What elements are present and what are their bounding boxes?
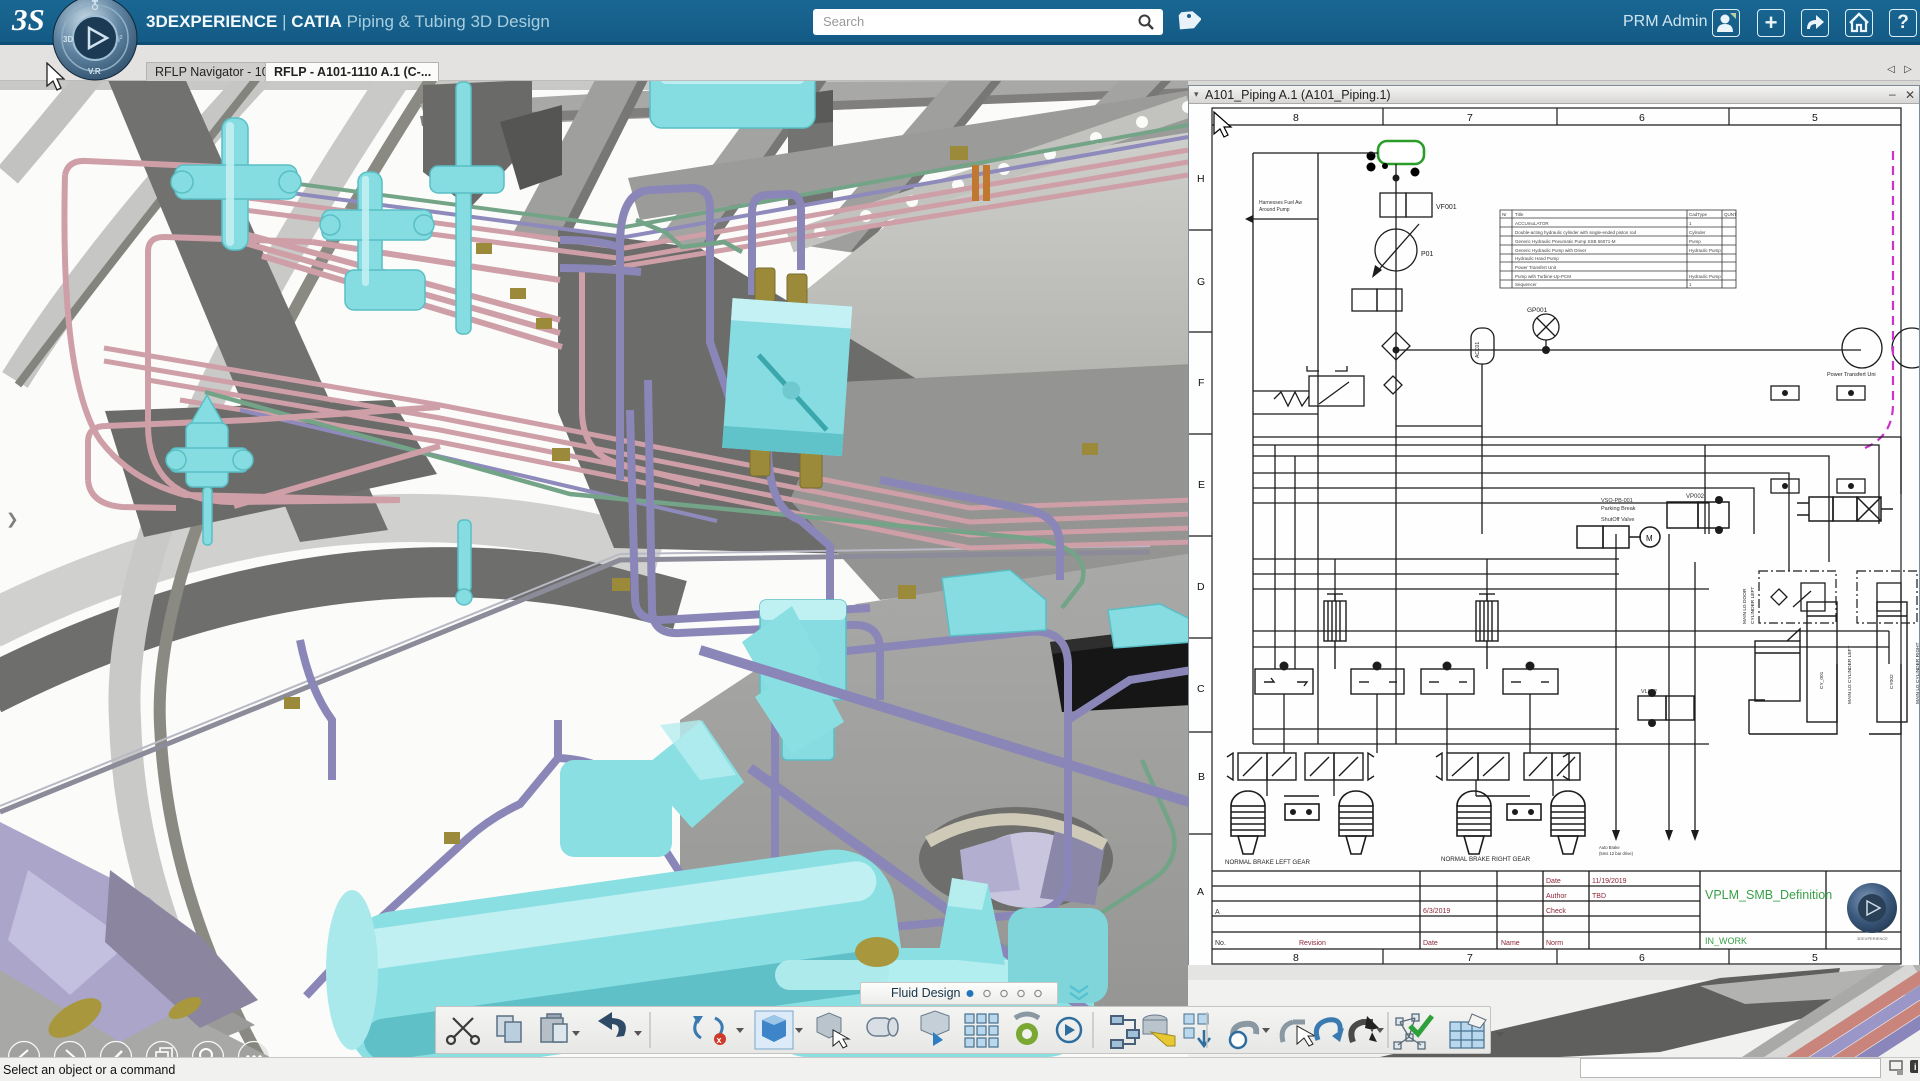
svg-text:Name: Name <box>1501 940 1520 947</box>
svg-text:CadType: CadType <box>1689 212 1708 217</box>
svg-text:3D: 3D <box>63 35 73 44</box>
svg-text:QUNT: QUNT <box>1724 212 1737 217</box>
svg-text:MAIN LG CYLINDER RIGHT: MAIN LG CYLINDER RIGHT <box>1915 642 1919 704</box>
svg-text:Hydraulic Pump: Hydraulic Pump <box>1689 248 1721 253</box>
svg-text:(5ms 12 bar drive): (5ms 12 bar drive) <box>1599 851 1634 856</box>
svg-text:A: A <box>1197 886 1204 898</box>
svg-text:M: M <box>1646 534 1653 543</box>
svg-text:B: B <box>1198 771 1205 783</box>
svg-text:Auto Brake: Auto Brake <box>1599 845 1620 850</box>
svg-text:Generic Hydraulic Pneumatic Pu: Generic Hydraulic Pneumatic Pump SSB 560… <box>1515 239 1616 244</box>
svg-text:F: F <box>1198 377 1204 389</box>
svg-text:Norm: Norm <box>1546 940 1563 947</box>
svg-text:D: D <box>1197 581 1205 593</box>
svg-text:Pump: Pump <box>1689 239 1701 244</box>
svg-text:ShutOff Valve: ShutOff Valve <box>1601 517 1634 523</box>
svg-text:6: 6 <box>1639 112 1645 124</box>
svg-text:Generic Hydraulic Pump with Dr: Generic Hydraulic Pump with Driver <box>1515 248 1587 253</box>
svg-text:P01: P01 <box>1421 251 1434 258</box>
svg-text:5: 5 <box>1812 952 1818 964</box>
svg-text:Pump with Turbine-Up-PCM: Pump with Turbine-Up-PCM <box>1515 274 1571 279</box>
svg-text:CYLINDER LEFT: CYLINDER LEFT <box>1750 587 1756 624</box>
svg-text:ACCUmuLATOR: ACCUmuLATOR <box>1515 221 1549 226</box>
svg-text:CY_001: CY_001 <box>1819 671 1825 689</box>
svg-text:Power Transfert Unit: Power Transfert Unit <box>1515 265 1557 270</box>
svg-text:No.: No. <box>1215 940 1226 947</box>
svg-text:Hydraulic Hand Pump: Hydraulic Hand Pump <box>1515 256 1559 261</box>
svg-text:Sequencer: Sequencer <box>1515 282 1537 287</box>
svg-text:H: H <box>1197 173 1205 185</box>
svg-text:V.R: V.R <box>88 67 101 76</box>
svg-text:VP002: VP002 <box>1686 494 1705 500</box>
svg-text:G: G <box>1197 276 1205 288</box>
svg-text:x: x <box>717 1035 722 1045</box>
svg-text:A: A <box>1215 909 1220 916</box>
svg-text:IN_WORK: IN_WORK <box>1705 936 1747 946</box>
svg-text:5: 5 <box>1812 112 1818 124</box>
svg-text:8: 8 <box>1293 952 1299 964</box>
svg-text:❯: ❯ <box>6 511 19 528</box>
svg-text:CY002: CY002 <box>1889 674 1895 689</box>
svg-text:11/19/2019: 11/19/2019 <box>1592 878 1627 885</box>
svg-text:E: E <box>1198 479 1205 491</box>
svg-text:Date: Date <box>1546 878 1561 885</box>
svg-text:MAIN LG CYLINDER LEFT: MAIN LG CYLINDER LEFT <box>1847 646 1853 704</box>
svg-text:7: 7 <box>1467 952 1473 964</box>
svg-text:Cylinder: Cylinder <box>1689 230 1706 235</box>
svg-text:Check: Check <box>1546 908 1566 915</box>
svg-text:NORMAL BRAKE LEFT GEAR: NORMAL BRAKE LEFT GEAR <box>1225 859 1310 866</box>
svg-text:Harnesses Fuel Aw: Harnesses Fuel Aw <box>1259 200 1302 206</box>
svg-text:NORMAL BRAKE RIGHT GEAR: NORMAL BRAKE RIGHT GEAR <box>1441 856 1531 863</box>
svg-text:3DEXPERIENCE: 3DEXPERIENCE <box>1857 936 1888 941</box>
svg-text:VF001: VF001 <box>1436 204 1457 211</box>
svg-text:6: 6 <box>1639 952 1645 964</box>
svg-text:ACC01: ACC01 <box>1475 342 1481 358</box>
svg-text:Author: Author <box>1546 893 1567 900</box>
svg-text:8: 8 <box>1293 112 1299 124</box>
svg-text:TBD: TBD <box>1592 893 1606 900</box>
svg-text:Double-acting hydraulic cylind: Double-acting hydraulic cylinder with si… <box>1515 230 1637 235</box>
svg-text:Power Transfert Uni: Power Transfert Uni <box>1827 372 1876 378</box>
svg-text:VPLM_SMB_Definition: VPLM_SMB_Definition <box>1705 888 1832 902</box>
svg-text:7: 7 <box>1467 112 1473 124</box>
svg-text:Title: Title <box>1515 212 1524 217</box>
svg-text:C: C <box>1197 683 1205 695</box>
svg-text:MAIN LG DOOR: MAIN LG DOOR <box>1742 588 1748 624</box>
svg-text:Hydraulic Pump: Hydraulic Pump <box>1689 274 1721 279</box>
svg-text:GP001: GP001 <box>1527 307 1548 314</box>
svg-text:6/3/2019: 6/3/2019 <box>1423 908 1450 915</box>
svg-text:i: i <box>1914 1062 1917 1072</box>
svg-text:Date: Date <box>1423 940 1438 947</box>
svg-text:VSO-PB-001: VSO-PB-001 <box>1601 498 1633 504</box>
svg-text:Nr: Nr <box>1502 212 1507 217</box>
svg-text:Revision: Revision <box>1299 940 1326 947</box>
svg-text:Parking Break: Parking Break <box>1601 506 1636 512</box>
svg-text:Around Pump: Around Pump <box>1259 207 1290 213</box>
